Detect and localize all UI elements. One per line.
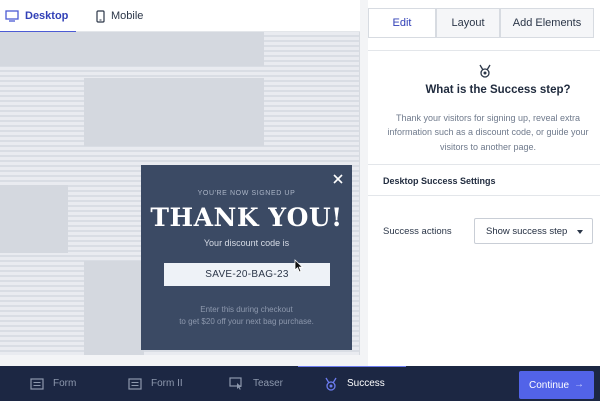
popup-note-line: Enter this during checkout [200, 305, 293, 314]
section-header: Desktop Success Settings [368, 164, 600, 196]
success-actions-label: Success actions [383, 226, 452, 237]
placeholder-block [0, 32, 264, 66]
step-form-ii[interactable]: Form II [128, 366, 183, 401]
placeholder-block [84, 78, 264, 146]
section-title: Desktop Success Settings [383, 176, 496, 186]
desktop-icon [5, 10, 19, 22]
panel-tabs: Edit Layout Add Elements [368, 8, 600, 38]
form-icon [128, 377, 142, 390]
step-teaser[interactable]: Teaser [229, 366, 283, 401]
step-label: Form [53, 378, 77, 389]
close-icon[interactable] [332, 173, 344, 185]
mobile-icon [96, 9, 105, 23]
tab-layout[interactable]: Layout [436, 8, 500, 38]
popup-kicker: YOU'RE NOW SIGNED UP [197, 190, 296, 197]
popup-note-line: to get $20 off your next bag purchase. [179, 316, 314, 326]
tab-mobile-label: Mobile [111, 10, 144, 22]
continue-label: Continue [529, 379, 570, 391]
placeholder-block [84, 261, 144, 355]
success-medal-icon [479, 64, 491, 78]
popup-headline: THANK YOU! [150, 203, 343, 232]
divider [368, 50, 600, 51]
form-icon [30, 377, 44, 390]
mouse-cursor-icon [294, 259, 304, 273]
success-popup: YOU'RE NOW SIGNED UP THANK YOU! Your dis… [141, 165, 352, 350]
placeholder-block [0, 185, 68, 253]
tab-desktop[interactable]: Desktop [0, 0, 76, 33]
popup-subtitle: Your discount code is [203, 238, 290, 248]
panel-title: What is the Success step? [425, 84, 571, 96]
preview-area: Desktop Mobile YOU'RE NOW SIGNED UP THAN… [0, 0, 368, 366]
discount-code-box[interactable]: SAVE-20-BAG-23 [164, 263, 330, 286]
popup-note: Enter this during checkout to get $20 of… [141, 304, 352, 327]
step-label: Teaser [253, 378, 284, 389]
device-tabs: Desktop Mobile [0, 0, 360, 33]
continue-button[interactable]: Continue → [519, 371, 594, 399]
step-form[interactable]: Form [30, 366, 76, 401]
teaser-icon [229, 377, 242, 390]
step-label: Success [347, 378, 385, 389]
select-value: Show success step [486, 225, 568, 237]
settings-panel: Edit Layout Add Elements What is the Suc… [368, 0, 600, 366]
success-actions-select[interactable]: Show success step [474, 218, 593, 244]
tab-desktop-label: Desktop [25, 10, 69, 22]
editor-root: Desktop Mobile YOU'RE NOW SIGNED UP THAN… [0, 0, 600, 401]
step-label: Form II [151, 378, 183, 389]
tab-add-elements[interactable]: Add Elements [500, 8, 594, 38]
tab-edit[interactable]: Edit [368, 8, 436, 38]
step-bar: Form Form II Teaser Success [0, 366, 600, 401]
panel-description: Thank your visitors for signing up, reve… [387, 113, 589, 152]
tab-mobile[interactable]: Mobile [96, 0, 143, 32]
success-medal-icon [325, 377, 337, 391]
arrow-right-icon: → [574, 379, 584, 390]
caret-down-icon [577, 230, 583, 234]
step-success[interactable]: Success [324, 366, 385, 401]
